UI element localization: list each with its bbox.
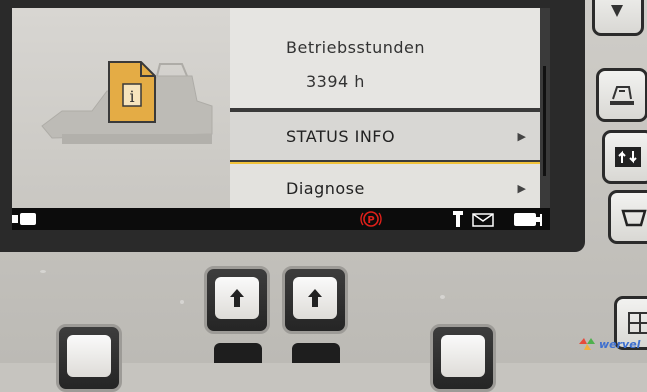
screed-icon	[610, 86, 634, 105]
scrollbar[interactable]	[540, 8, 550, 208]
hopper-button[interactable]	[608, 190, 647, 244]
scrollbar-thumb[interactable]	[543, 66, 546, 176]
control-panel: i Betriebsstunden 3394 h STATUS INFO ▶ D…	[0, 0, 647, 392]
surface-scuff	[440, 295, 445, 299]
arrow-down-button[interactable]	[592, 0, 644, 36]
screed-button[interactable]	[596, 68, 647, 122]
swap-button[interactable]	[602, 130, 647, 184]
svg-text:i: i	[129, 87, 134, 106]
menu-item-label: Diagnose	[286, 178, 365, 198]
hopper-icon	[621, 209, 647, 227]
bottom-left-button[interactable]	[56, 324, 122, 392]
operating-hours-box: Betriebsstunden 3394 h	[230, 8, 540, 108]
arrow-up-button-right[interactable]	[282, 266, 348, 334]
info-document-icon: i	[108, 61, 156, 123]
surface-scuff	[180, 300, 184, 304]
watermark-text: wervel	[599, 337, 641, 351]
battery-icon	[514, 213, 542, 226]
menu-item-diagnose[interactable]: Diagnose ▶	[230, 162, 540, 212]
arrow-down-icon	[611, 5, 623, 17]
parking-brake-icon: P	[360, 211, 382, 227]
watermark-logo-icon	[579, 338, 595, 350]
menu-item-label: STATUS INFO	[286, 126, 396, 146]
operating-hours-label: Betriebsstunden	[286, 38, 425, 57]
machine-graphic-area: i	[12, 8, 230, 208]
connector-icon	[12, 213, 36, 225]
status-bar: P	[12, 208, 550, 230]
watermark-logo: wervel	[578, 336, 640, 352]
arrow-up-button-left[interactable]	[204, 266, 270, 334]
chevron-right-icon: ▶	[517, 181, 526, 195]
tool-icon	[453, 211, 463, 227]
mail-icon	[472, 213, 494, 227]
info-panel: Betriebsstunden 3394 h STATUS INFO ▶ Dia…	[230, 8, 550, 212]
operating-hours-value: 3394 h	[306, 72, 365, 91]
lower-button-edge	[292, 343, 340, 363]
menu-item-status-info[interactable]: STATUS INFO ▶	[230, 112, 540, 160]
arrow-up-icon	[308, 289, 322, 307]
arrow-up-icon	[230, 289, 244, 307]
svg-text:P: P	[367, 215, 374, 226]
grid-icon	[628, 312, 647, 334]
chevron-right-icon: ▶	[517, 129, 526, 143]
swap-icon	[615, 147, 641, 167]
lower-button-edge	[214, 343, 262, 363]
surface-scuff	[40, 270, 46, 273]
lcd-screen: i Betriebsstunden 3394 h STATUS INFO ▶ D…	[12, 8, 550, 230]
bottom-right-button[interactable]	[430, 324, 496, 392]
